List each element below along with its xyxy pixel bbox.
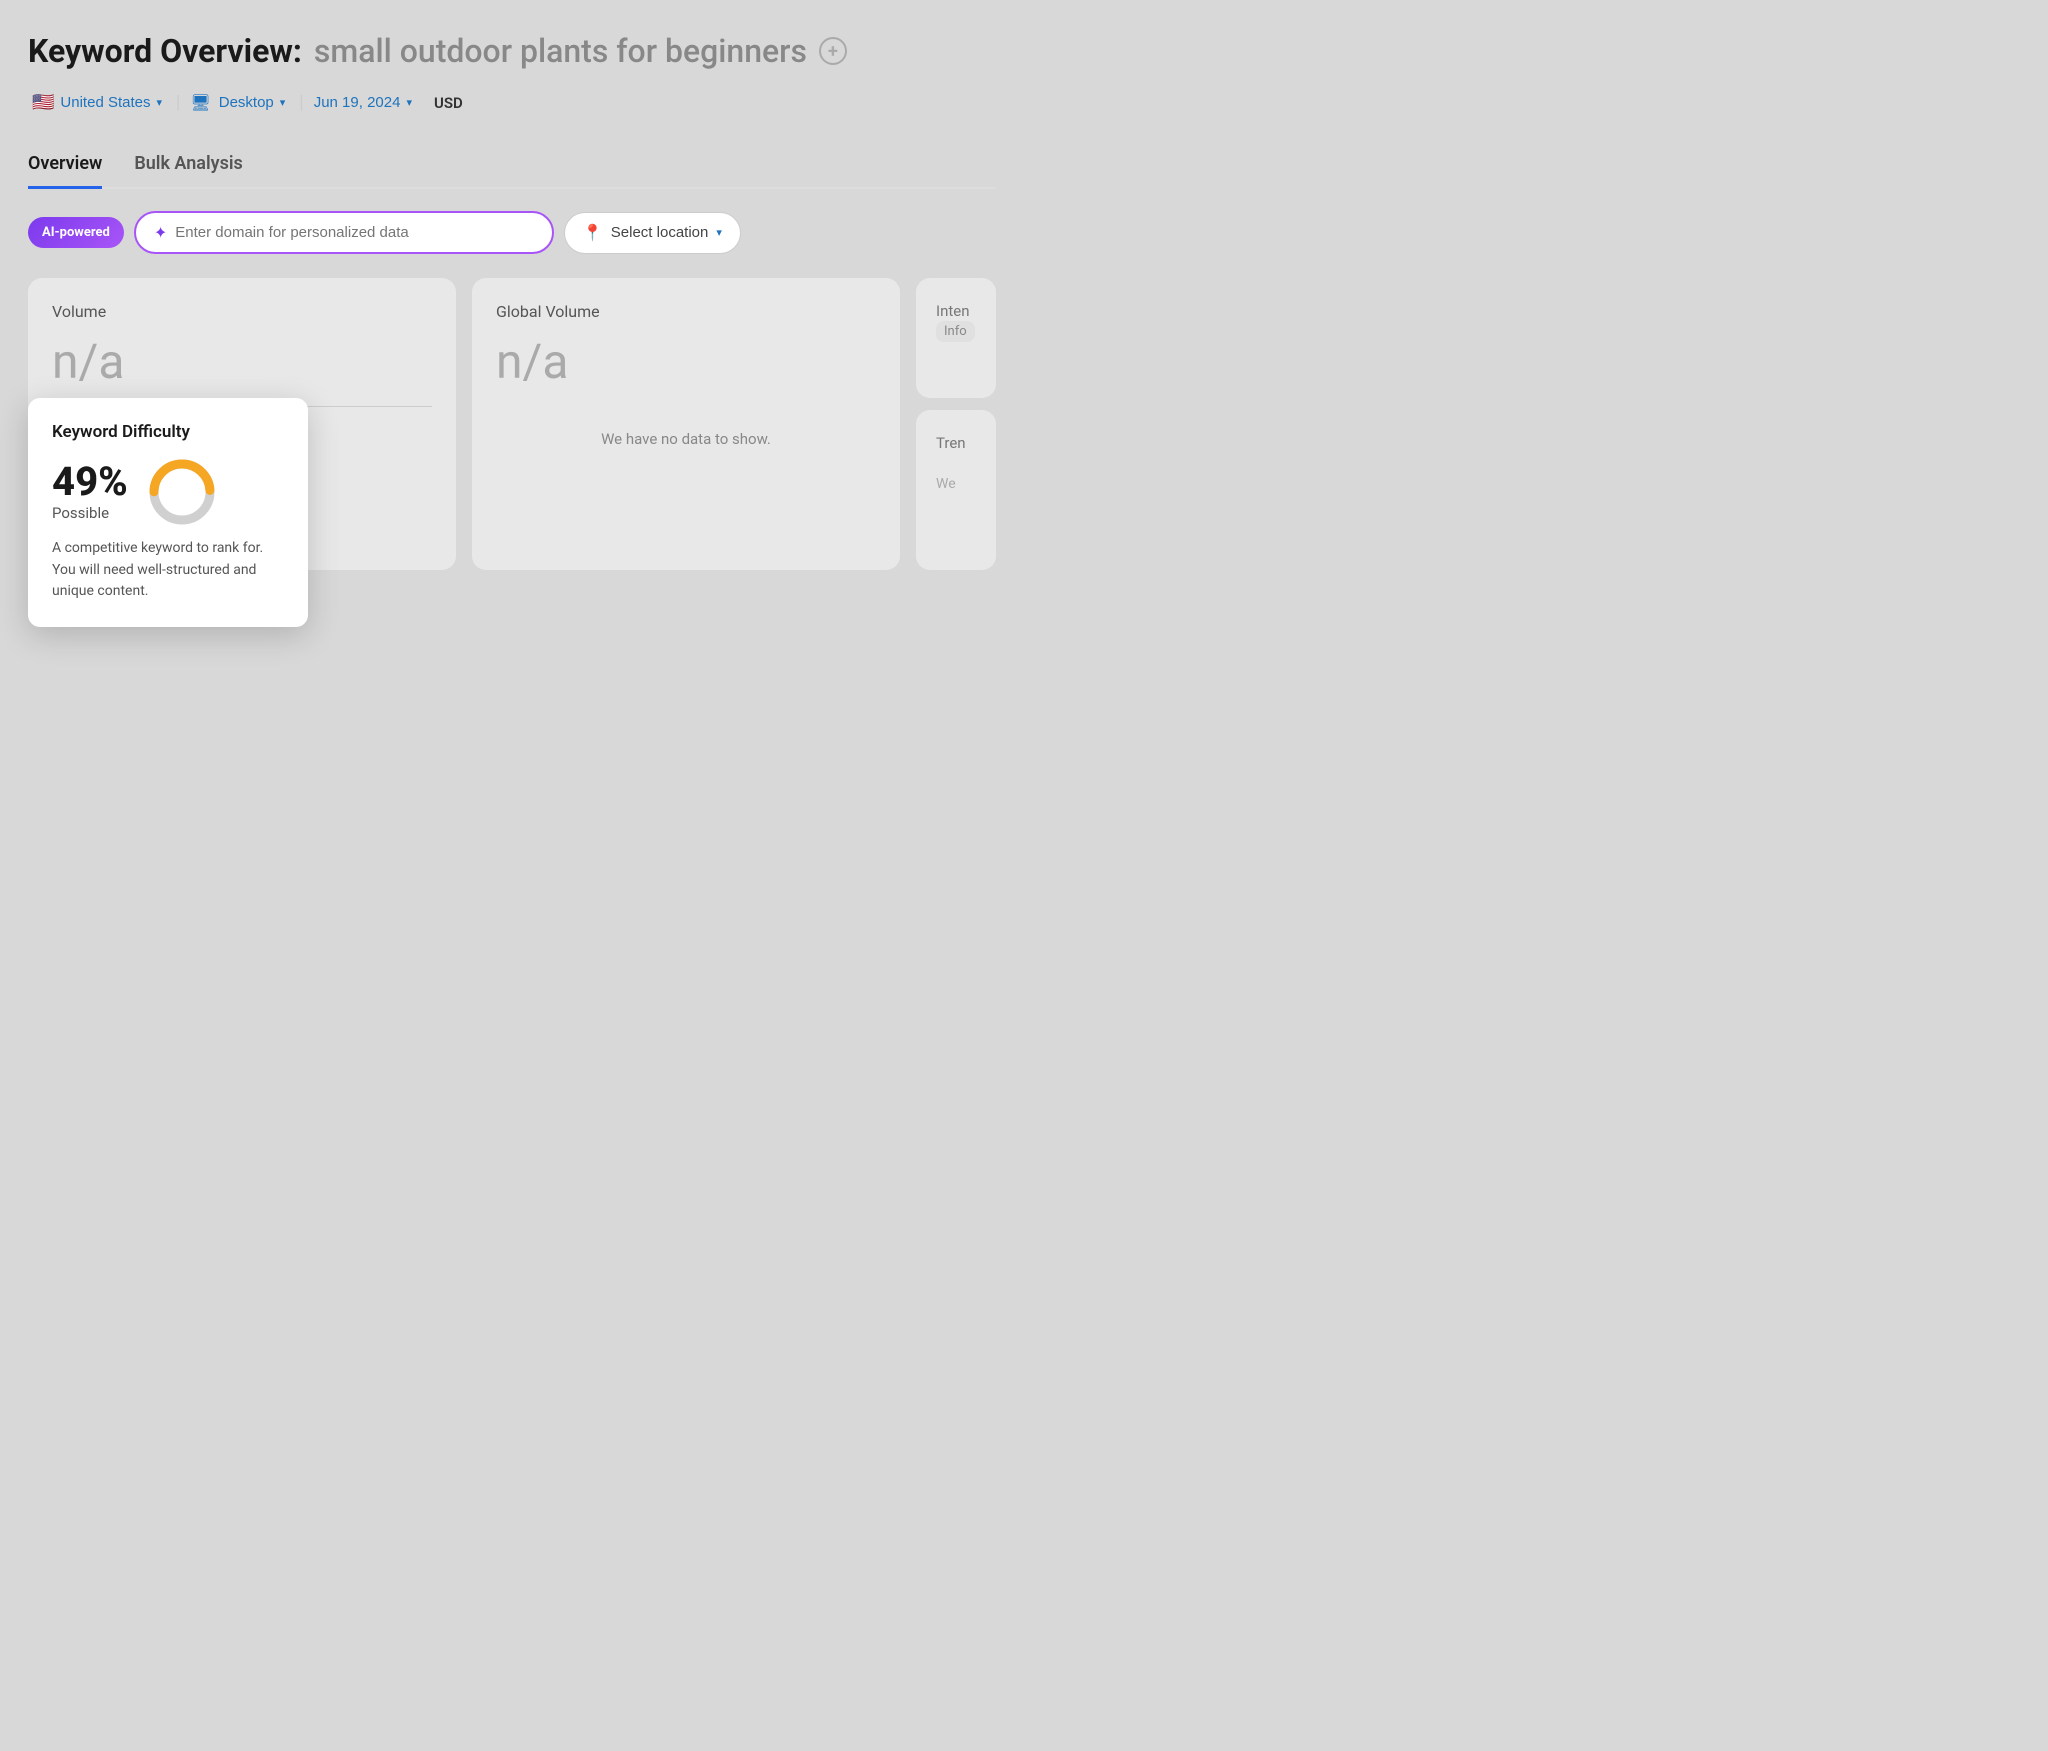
intent-card-title: Inten [936, 302, 976, 320]
partial-cards-col: Inten Info Tren We [916, 278, 996, 570]
global-volume-title: Global Volume [496, 302, 876, 321]
device-chevron-icon: ▾ [280, 96, 286, 109]
currency-label: USD [434, 94, 463, 112]
page-title: Keyword Overview: small outdoor plants f… [28, 32, 996, 70]
filter-separator-1: | [176, 92, 180, 113]
volume-card: Volume n/a Keyword Difficulty 49% Possib… [28, 278, 456, 570]
add-keyword-icon[interactable]: + [819, 37, 847, 65]
country-flag: 🇺🇸 [32, 92, 54, 113]
cards-grid: Volume n/a Keyword Difficulty 49% Possib… [28, 278, 996, 570]
ai-bar: AI-powered ✦ 📍 Select location ▾ [28, 211, 996, 254]
global-volume-card: Global Volume n/a We have no data to sho… [472, 278, 900, 570]
date-chevron-icon: ▾ [406, 96, 412, 109]
kd-label: Possible [52, 504, 128, 522]
date-filter[interactable]: Jun 19, 2024 ▾ [310, 90, 420, 115]
device-icon: 🖥 [190, 93, 210, 113]
ai-domain-input[interactable] [175, 224, 534, 241]
kd-score-text: 49% Possible [52, 462, 128, 522]
intent-card-partial: Inten Info [916, 278, 996, 398]
kd-description: A competitive keyword to rank for. You w… [52, 538, 284, 603]
trend-card-partial: Tren We [916, 410, 996, 570]
kd-popup-title: Keyword Difficulty [52, 422, 284, 442]
tab-overview[interactable]: Overview [28, 145, 102, 189]
trend-partial-text: We [936, 476, 976, 492]
filter-bar: 🇺🇸 United States ▾ | 🖥 Desktop ▾ | Jun 1… [28, 88, 996, 117]
country-filter[interactable]: 🇺🇸 United States ▾ [28, 88, 170, 117]
volume-card-title: Volume [52, 302, 432, 321]
location-pin-icon: 📍 [583, 223, 603, 243]
kd-percent: 49% [52, 462, 128, 502]
title-prefix: Keyword Overview: [28, 32, 302, 70]
country-label: United States [60, 94, 150, 111]
ai-powered-badge: AI-powered [28, 217, 124, 248]
donut-svg [146, 456, 218, 528]
kd-popup: Keyword Difficulty 49% Possible [28, 398, 308, 627]
filter-separator-2: | [299, 92, 303, 113]
tab-bulk-analysis[interactable]: Bulk Analysis [134, 145, 242, 189]
country-chevron-icon: ▾ [156, 96, 162, 109]
trend-card-title: Tren [936, 434, 976, 452]
location-label: Select location [611, 224, 709, 241]
volume-card-value: n/a [52, 333, 432, 390]
select-location-button[interactable]: 📍 Select location ▾ [564, 212, 741, 254]
device-label: Desktop [219, 94, 274, 111]
location-chevron-icon: ▾ [716, 226, 722, 239]
keyword-text: small outdoor plants for beginners [314, 32, 807, 70]
tabs: Overview Bulk Analysis [28, 145, 996, 189]
no-data-text: We have no data to show. [496, 430, 876, 448]
sparkle-icon: ✦ [154, 223, 167, 242]
device-filter[interactable]: 🖥 Desktop ▾ [186, 89, 293, 117]
kd-score-row: 49% Possible [52, 456, 284, 528]
ai-domain-input-wrapper[interactable]: ✦ [134, 211, 554, 254]
info-badge: Info [936, 321, 975, 342]
kd-donut-chart [146, 456, 218, 528]
global-volume-value: n/a [496, 333, 876, 390]
date-label: Jun 19, 2024 [314, 94, 401, 111]
